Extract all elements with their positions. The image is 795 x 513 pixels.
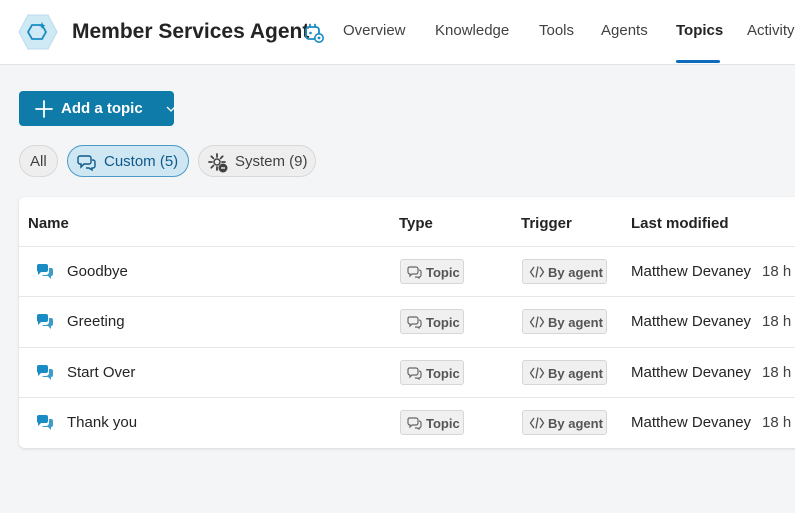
tab-agents[interactable]: Agents <box>601 22 648 39</box>
modified-by: Matthew Devaney <box>631 414 752 431</box>
tab-tools[interactable]: Tools <box>539 22 574 39</box>
topic-icon <box>36 314 53 329</box>
table-row[interactable]: Goodbye Topic By agent Matthew Devaney 1… <box>19 246 795 297</box>
topic-icon <box>36 415 53 430</box>
type-chip: Topic <box>400 410 464 435</box>
table-row[interactable]: Thank you Topic By agent Matthew Devaney… <box>19 397 795 448</box>
filter-custom-label: Custom (5) <box>104 153 179 170</box>
filter-custom[interactable]: Custom (5) <box>67 145 189 177</box>
chevron-down-icon <box>166 106 176 112</box>
trigger-chip: By agent <box>522 360 607 385</box>
trigger-chip: By agent <box>522 410 607 435</box>
tab-knowledge[interactable]: Knowledge <box>435 22 509 39</box>
filter-all[interactable]: All <box>19 145 58 177</box>
filter-system-label: System (9) <box>235 153 308 170</box>
trigger-chip: By agent <box>522 309 607 334</box>
type-chip: Topic <box>400 360 464 385</box>
code-icon <box>529 316 545 328</box>
trigger-label: By agent <box>548 366 603 381</box>
modified-time: 18 h <box>762 414 792 431</box>
topic-icon <box>36 264 53 279</box>
modified-by: Matthew Devaney <box>631 364 752 381</box>
topic-name[interactable]: Goodbye <box>67 263 128 280</box>
add-topic-label: Add a topic <box>61 100 143 117</box>
system-gear-icon <box>208 153 228 173</box>
trigger-chip: By agent <box>522 259 607 284</box>
trigger-label: By agent <box>548 265 603 280</box>
type-chip: Topic <box>400 259 464 284</box>
chat-bubbles-icon <box>407 316 422 329</box>
modified-by: Matthew Devaney <box>631 263 752 280</box>
modified-time: 18 h <box>762 364 792 381</box>
tab-overview[interactable]: Overview <box>343 22 406 39</box>
topics-table: Name Type Trigger Last modified Goodbye … <box>19 197 795 448</box>
topic-name[interactable]: Thank you <box>67 414 137 431</box>
code-icon <box>529 367 545 379</box>
type-label: Topic <box>426 315 460 330</box>
column-header-trigger[interactable]: Trigger <box>521 215 572 232</box>
column-header-name[interactable]: Name <box>28 215 69 232</box>
agent-hexagon-icon <box>18 14 58 50</box>
type-label: Topic <box>426 366 460 381</box>
tab-activity[interactable]: Activity <box>747 22 795 39</box>
code-icon <box>529 266 545 278</box>
top-bar: Member Services Agent Overview Knowledge… <box>0 0 795 65</box>
type-chip: Topic <box>400 309 464 334</box>
type-label: Topic <box>426 265 460 280</box>
active-tab-indicator <box>676 60 720 63</box>
trigger-label: By agent <box>548 315 603 330</box>
code-icon <box>529 417 545 429</box>
table-row[interactable]: Greeting Topic By agent Matthew Devaney … <box>19 296 795 347</box>
chat-bubbles-icon <box>407 367 422 380</box>
filter-system[interactable]: System (9) <box>198 145 316 177</box>
modified-time: 18 h <box>762 263 792 280</box>
chat-bubbles-icon <box>407 266 422 279</box>
topic-icon <box>36 365 53 380</box>
tab-topics[interactable]: Topics <box>676 22 723 39</box>
chat-bubbles-icon <box>407 417 422 430</box>
filter-all-label: All <box>30 153 47 170</box>
trigger-label: By agent <box>548 416 603 431</box>
table-row[interactable]: Start Over Topic By agent Matthew Devane… <box>19 347 795 398</box>
plus-icon <box>35 100 53 118</box>
agent-title: Member Services Agent <box>72 20 310 43</box>
topic-name[interactable]: Greeting <box>67 313 125 330</box>
modified-time: 18 h <box>762 313 792 330</box>
topic-name[interactable]: Start Over <box>67 364 135 381</box>
column-header-type[interactable]: Type <box>399 215 433 232</box>
modified-by: Matthew Devaney <box>631 313 752 330</box>
add-topic-button[interactable]: Add a topic <box>19 91 176 126</box>
agent-settings-icon[interactable] <box>302 21 326 45</box>
column-header-last-modified[interactable]: Last modified <box>631 215 729 232</box>
chat-bubbles-icon <box>77 155 96 172</box>
type-label: Topic <box>426 416 460 431</box>
